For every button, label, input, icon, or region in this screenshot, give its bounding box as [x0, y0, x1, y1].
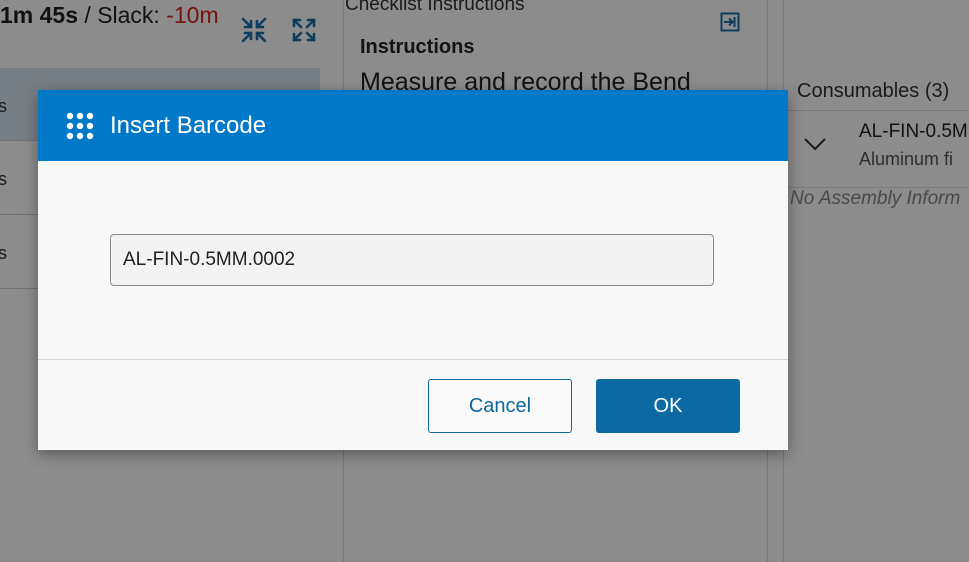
- keypad-icon: [65, 111, 95, 141]
- dialog-header: Insert Barcode: [38, 90, 788, 161]
- dialog-title: Insert Barcode: [110, 112, 267, 139]
- barcode-input[interactable]: [110, 234, 714, 286]
- cancel-button[interactable]: Cancel: [428, 379, 572, 433]
- insert-barcode-dialog: Insert Barcode Cancel OK: [38, 90, 788, 450]
- dialog-body: [38, 161, 788, 359]
- ok-button[interactable]: OK: [596, 379, 740, 433]
- dialog-footer: Cancel OK: [38, 359, 788, 451]
